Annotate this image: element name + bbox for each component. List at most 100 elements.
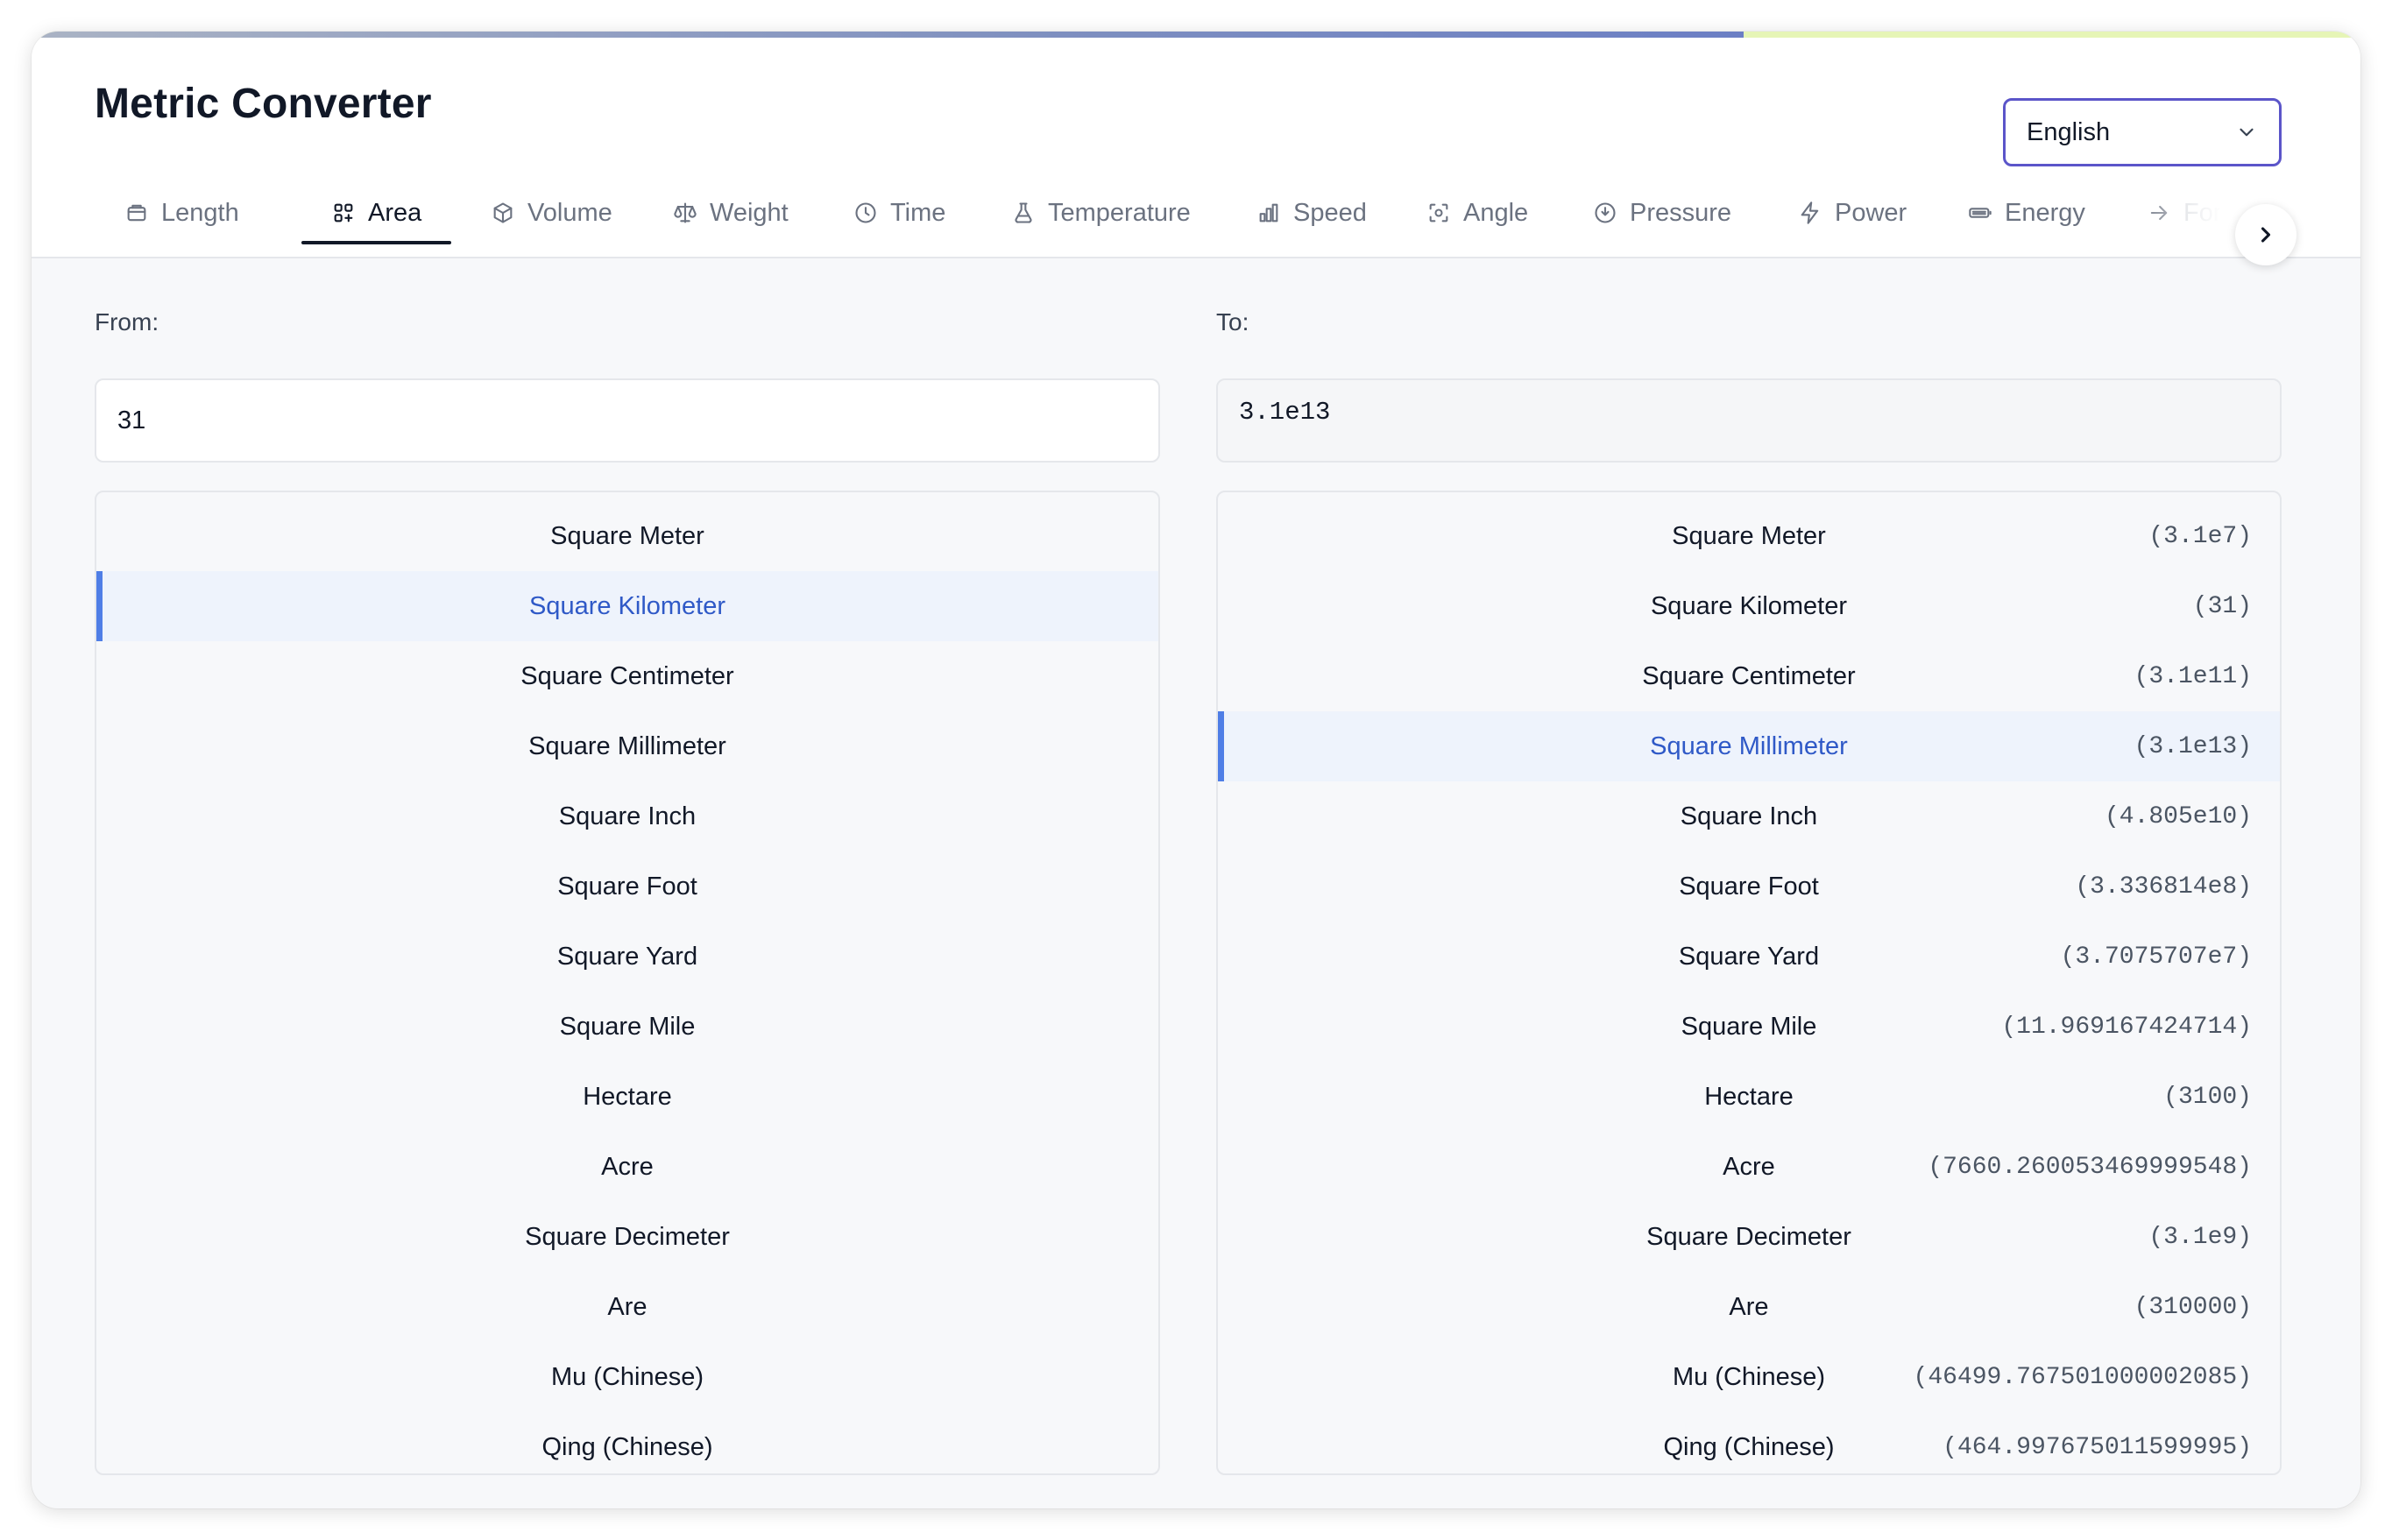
unit-converted-value: (4.805e10) bbox=[2104, 802, 2252, 830]
grid-icon bbox=[334, 203, 353, 223]
tab-weight[interactable]: Weight bbox=[643, 169, 818, 257]
unit-label: Square Inch bbox=[558, 802, 697, 830]
to-unit-item-selected[interactable]: Square Millimeter (3.1e13) bbox=[1218, 711, 2280, 781]
to-unit-item[interactable]: Mu (Chinese) (46499.767501000002085) bbox=[1218, 1342, 2280, 1412]
to-unit-item[interactable]: Are (310000) bbox=[1218, 1272, 2280, 1342]
progress-bar bbox=[32, 32, 2360, 38]
unit-converted-value: (46499.767501000002085) bbox=[1913, 1363, 2252, 1391]
tab-energy[interactable]: Energy bbox=[1938, 169, 2115, 257]
to-unit-item[interactable]: Qing (Chinese) (464.997675011599995) bbox=[1218, 1412, 2280, 1473]
tab-label: Speed bbox=[1293, 198, 1367, 227]
tab-force[interactable]: Force bbox=[2117, 169, 2233, 257]
to-unit-item[interactable]: Square Foot (3.336814e8) bbox=[1218, 851, 2280, 922]
to-unit-item[interactable]: Square Kilometer (31) bbox=[1218, 571, 2280, 641]
unit-label: Square Mile bbox=[559, 1012, 696, 1041]
unit-label: Hectare bbox=[583, 1082, 672, 1111]
converter-card: Metric Converter English Length Area Vol… bbox=[32, 32, 2360, 1508]
category-tabs: Length Area Volume Weight Time Temperatu… bbox=[95, 169, 2233, 257]
scale-icon bbox=[674, 202, 697, 223]
tab-length[interactable]: Length bbox=[95, 169, 269, 257]
tab-label: Pressure bbox=[1630, 198, 1732, 227]
unit-label: Square Foot bbox=[1679, 872, 1819, 901]
lightning-icon bbox=[1801, 201, 1819, 224]
from-unit-item[interactable]: Square Decimeter bbox=[96, 1202, 1158, 1272]
unit-label: Square Meter bbox=[550, 521, 704, 550]
tab-power[interactable]: Power bbox=[1768, 169, 1936, 257]
cube-icon bbox=[493, 202, 513, 223]
from-unit-item[interactable]: Square Foot bbox=[96, 851, 1158, 922]
unit-label: Square Kilometer bbox=[528, 591, 726, 620]
to-unit-list: Square Meter (3.1e7) Square Kilometer (31)… bbox=[1216, 491, 2282, 1475]
tab-label: Energy bbox=[2005, 198, 2085, 227]
tab-volume[interactable]: Volume bbox=[461, 169, 642, 257]
chevron-down-icon bbox=[2240, 128, 2254, 137]
unit-converted-value: (31) bbox=[2192, 592, 2252, 620]
tab-temperature[interactable]: Temperature bbox=[981, 169, 1221, 257]
from-unit-item-selected[interactable]: Square Kilometer bbox=[96, 571, 1158, 641]
unit-converted-value: (3.1e11) bbox=[2134, 662, 2252, 690]
unit-label: Qing (Chinese) bbox=[541, 1432, 713, 1461]
tab-time[interactable]: Time bbox=[824, 169, 975, 257]
to-label: To: bbox=[1216, 308, 1249, 336]
header: Metric Converter English Length Area Vol… bbox=[32, 38, 2360, 265]
tabs-scroll-next-button[interactable] bbox=[2235, 204, 2296, 265]
page-title: Metric Converter bbox=[95, 81, 432, 127]
to-unit-item[interactable]: Square Meter (3.1e7) bbox=[1218, 501, 2280, 571]
unit-label: Square Decimeter bbox=[1646, 1222, 1851, 1251]
from-value-input[interactable] bbox=[95, 378, 1160, 463]
from-unit-item[interactable]: Square Mile bbox=[96, 992, 1158, 1062]
tab-angle[interactable]: Angle bbox=[1397, 169, 1558, 257]
from-unit-item[interactable]: Hectare bbox=[96, 1062, 1158, 1132]
tab-label: Power bbox=[1835, 198, 1907, 227]
focus-icon bbox=[1429, 203, 1448, 223]
chevron-right-icon bbox=[2261, 227, 2271, 243]
unit-label: Mu (Chinese) bbox=[550, 1362, 704, 1391]
from-unit-item[interactable]: Acre bbox=[96, 1132, 1158, 1202]
from-unit-item[interactable]: Square Centimeter bbox=[96, 641, 1158, 711]
unit-label: Are bbox=[1729, 1292, 1769, 1321]
tab-pressure[interactable]: Pressure bbox=[1563, 169, 1761, 257]
unit-label: Square Yard bbox=[556, 942, 698, 971]
to-unit-item[interactable]: Square Decimeter (3.1e9) bbox=[1218, 1202, 2280, 1272]
bar-chart-icon bbox=[1259, 203, 1278, 223]
unit-converted-value: (3.7075707e7) bbox=[2060, 943, 2252, 971]
to-unit-item[interactable]: Square Centimeter (3.1e11) bbox=[1218, 641, 2280, 711]
unit-label: Square Yard bbox=[1678, 942, 1820, 971]
unit-label: Square Centimeter bbox=[520, 661, 734, 690]
from-unit-item[interactable]: Qing (Chinese) bbox=[96, 1412, 1158, 1473]
from-unit-item[interactable]: Square Meter bbox=[96, 501, 1158, 571]
unit-label: Square Kilometer bbox=[1650, 591, 1848, 620]
from-unit-item[interactable]: Square Millimeter bbox=[96, 711, 1158, 781]
unit-label: Square Millimeter bbox=[528, 731, 726, 760]
unit-label: Square Millimeter bbox=[1650, 731, 1848, 760]
unit-converted-value: (11.969167424714) bbox=[2001, 1013, 2252, 1041]
unit-converted-value: (3.1e13) bbox=[2134, 732, 2252, 760]
from-unit-item[interactable]: Square Inch bbox=[96, 781, 1158, 851]
to-unit-item[interactable]: Square Mile (11.969167424714) bbox=[1218, 992, 2280, 1062]
clock-icon bbox=[855, 202, 876, 223]
tab-area[interactable]: Area bbox=[301, 169, 452, 257]
from-unit-item[interactable]: Are bbox=[96, 1272, 1158, 1342]
unit-converted-value: (464.997675011599995) bbox=[1943, 1433, 2252, 1461]
to-value-output: 3.1e13 bbox=[1216, 378, 2282, 463]
to-unit-item[interactable]: Square Inch (4.805e10) bbox=[1218, 781, 2280, 851]
to-unit-item[interactable]: Hectare (3100) bbox=[1218, 1062, 2280, 1132]
unit-converted-value: (3.336814e8) bbox=[2075, 872, 2252, 901]
unit-label: Acre bbox=[1723, 1152, 1775, 1181]
to-unit-item[interactable]: Acre (7660.260053469999548) bbox=[1218, 1132, 2280, 1202]
to-unit-item[interactable]: Square Yard (3.7075707e7) bbox=[1218, 922, 2280, 992]
unit-label: Square Centimeter bbox=[1642, 661, 1856, 690]
language-select[interactable]: English bbox=[2003, 98, 2282, 166]
tab-label: Area bbox=[368, 198, 422, 227]
tab-speed[interactable]: Speed bbox=[1227, 169, 1397, 257]
unit-converted-value: (3100) bbox=[2163, 1083, 2252, 1111]
tab-label: Temperature bbox=[1048, 198, 1191, 227]
unit-label: Hectare bbox=[1704, 1082, 1794, 1111]
unit-converted-value: (310000) bbox=[2134, 1293, 2252, 1321]
unit-label: Qing (Chinese) bbox=[1663, 1432, 1835, 1461]
tab-label: Force bbox=[2183, 198, 2233, 227]
from-unit-item[interactable]: Mu (Chinese) bbox=[96, 1342, 1158, 1412]
language-select-value: English bbox=[2027, 117, 2111, 146]
from-unit-item[interactable]: Square Yard bbox=[96, 922, 1158, 992]
from-label: From: bbox=[95, 308, 159, 336]
